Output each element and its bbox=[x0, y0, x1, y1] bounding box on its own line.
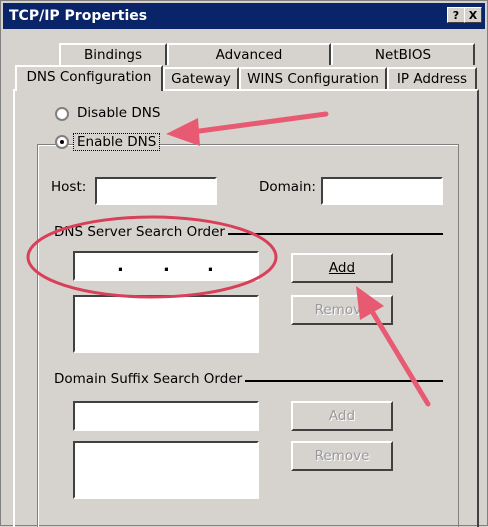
tab-bindings[interactable]: Bindings bbox=[59, 43, 167, 65]
window-title: TCP/IP Properties bbox=[9, 8, 148, 24]
domain-suffix-list[interactable] bbox=[73, 441, 259, 499]
disable-dns-radio[interactable] bbox=[55, 107, 69, 121]
tab-wins-configuration[interactable]: WINS Configuration bbox=[239, 67, 387, 89]
disable-dns-label[interactable]: Disable DNS bbox=[77, 105, 160, 121]
radio-selected-dot bbox=[60, 140, 64, 144]
dns-server-section-title: DNS Server Search Order bbox=[51, 224, 228, 240]
tab-advanced[interactable]: Advanced bbox=[167, 43, 331, 65]
enable-dns-label[interactable]: Enable DNS bbox=[73, 133, 161, 151]
tab-dns-configuration[interactable]: DNS Configuration bbox=[15, 65, 163, 91]
ip-dot-3: . bbox=[207, 255, 214, 276]
enable-dns-radio[interactable] bbox=[55, 135, 69, 149]
domain-suffix-input[interactable] bbox=[73, 401, 259, 431]
help-button[interactable]: ? bbox=[447, 7, 465, 23]
add-domain-suffix-button[interactable]: Add bbox=[291, 401, 393, 431]
remove-domain-suffix-button[interactable]: Remove bbox=[291, 441, 393, 471]
dns-server-ip-input[interactable]: . . . bbox=[73, 251, 259, 281]
host-input[interactable] bbox=[95, 177, 217, 205]
domain-input[interactable] bbox=[321, 177, 443, 205]
add-dns-server-button[interactable]: Add bbox=[291, 253, 393, 283]
domain-label: Domain: bbox=[259, 179, 316, 195]
host-label: Host: bbox=[51, 179, 87, 195]
title-bar: TCP/IP Properties ? X bbox=[3, 3, 485, 29]
remove-dns-server-button[interactable]: Remove bbox=[291, 295, 393, 325]
tab-netbios[interactable]: NetBIOS bbox=[331, 43, 475, 65]
tcpip-properties-window: TCP/IP Properties ? X Bindings Advanced … bbox=[0, 0, 488, 527]
domain-suffix-section-title: Domain Suffix Search Order bbox=[51, 371, 246, 387]
ip-dot-1: . bbox=[117, 255, 124, 276]
ip-dot-2: . bbox=[163, 255, 170, 276]
close-button[interactable]: X bbox=[464, 7, 482, 23]
dns-server-list[interactable] bbox=[73, 295, 259, 353]
tab-gateway[interactable]: Gateway bbox=[163, 67, 239, 89]
tab-ip-address[interactable]: IP Address bbox=[387, 67, 477, 89]
